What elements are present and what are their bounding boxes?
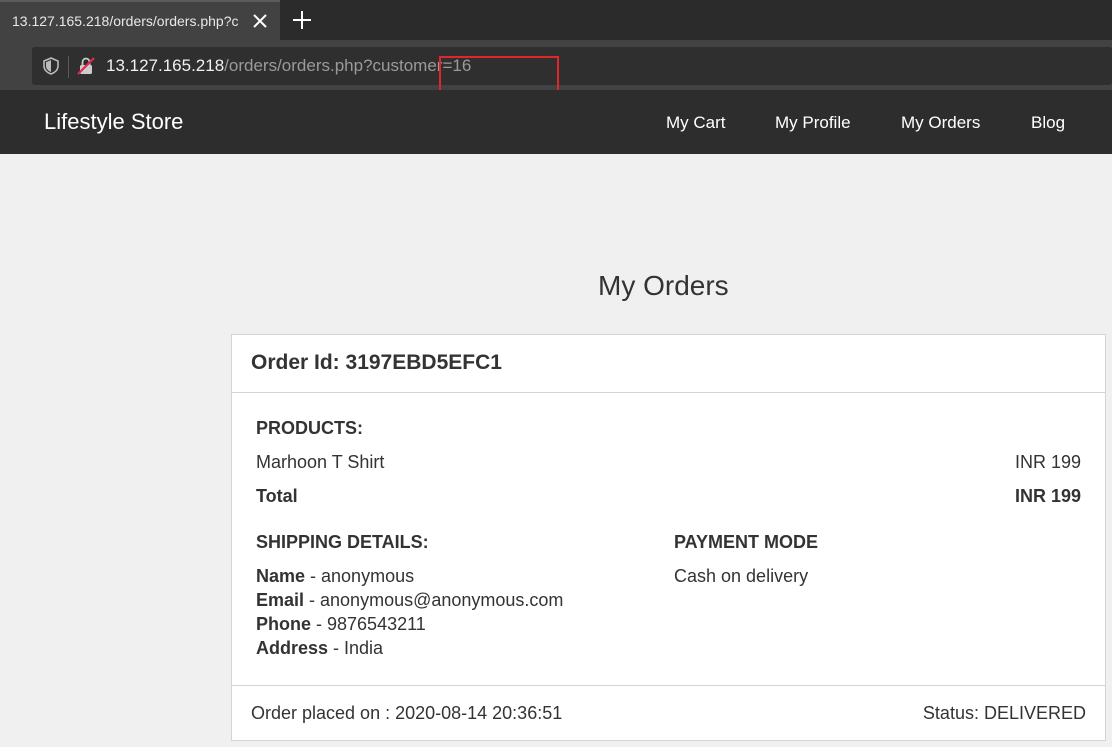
order-card-footer: Order placed on : 2020-08-14 20:36:51 St… [232, 685, 1105, 740]
shipping-email-value: - anonymous@anonymous.com [304, 590, 564, 610]
url-text[interactable]: 13.127.165.218/orders/orders.php?custome… [106, 56, 559, 94]
payment-heading: PAYMENT MODE [674, 532, 819, 552]
url-path: /orders/orders.php [224, 56, 364, 75]
insecure-lock-icon[interactable] [76, 56, 96, 76]
shipping-name-value: - anonymous [305, 566, 415, 586]
shipping-address-value: - India [328, 638, 384, 658]
close-icon[interactable] [250, 11, 270, 31]
nav-my-profile[interactable]: My Profile [775, 113, 851, 133]
url-host: 13.127.165.218 [106, 56, 225, 75]
shipping-heading: SHIPPING DETAILS: [256, 532, 429, 552]
url-bar-separator [68, 56, 69, 78]
total-label: Total [256, 486, 298, 506]
page-title: My Orders [598, 270, 729, 301]
total-value: INR 199 [1014, 486, 1081, 506]
shipping-phone-label: Phone [256, 614, 312, 634]
nav-my-orders[interactable]: My Orders [901, 113, 980, 133]
browser-toolbar: 13.127.165.218/orders/orders.php?custome… [0, 40, 1112, 94]
site-navbar: Lifestyle Store My Cart My Profile My Or… [0, 90, 1112, 154]
url-query-highlight-box [439, 56, 559, 94]
shipping-name-label: Name [256, 566, 306, 586]
order-status: Status: DELIVERED [922, 703, 1086, 723]
shipping-email-label: Email [256, 590, 305, 610]
order-card: Order Id: 3197EBD5EFC1 PRODUCTS: Marhoon… [231, 334, 1106, 741]
order-id: Order Id: 3197EBD5EFC1 [251, 351, 502, 374]
product-name: Marhoon T Shirt [256, 452, 385, 472]
shipping-phone-value: - 9876543211 [311, 614, 426, 634]
products-heading: PRODUCTS: [256, 418, 363, 438]
product-price: INR 199 [1014, 452, 1081, 472]
new-tab-icon[interactable] [290, 8, 314, 32]
brand-logo[interactable]: Lifestyle Store [44, 109, 183, 135]
nav-my-cart[interactable]: My Cart [666, 113, 726, 133]
shipping-phone: Phone - 9876543211 [256, 614, 426, 635]
url-bar[interactable]: 13.127.165.218/orders/orders.php?custome… [32, 47, 1112, 94]
order-card-header: Order Id: 3197EBD5EFC1 [232, 335, 1105, 393]
browser-tab-bar: 13.127.165.218/orders/orders.php?c [0, 0, 1112, 40]
shipping-email: Email - anonymous@anonymous.com [256, 590, 563, 611]
shipping-name: Name - anonymous [256, 566, 414, 587]
shipping-address-label: Address [256, 638, 329, 658]
browser-tab[interactable]: 13.127.165.218/orders/orders.php?c [0, 0, 280, 40]
shipping-address: Address - India [256, 638, 383, 659]
order-placed-on: Order placed on : 2020-08-14 20:36:51 [251, 703, 563, 723]
shield-icon[interactable] [42, 57, 60, 75]
tab-title: 13.127.165.218/orders/orders.php?c [12, 13, 239, 29]
nav-blog[interactable]: Blog [1031, 113, 1065, 133]
payment-mode: Cash on delivery [674, 566, 809, 586]
